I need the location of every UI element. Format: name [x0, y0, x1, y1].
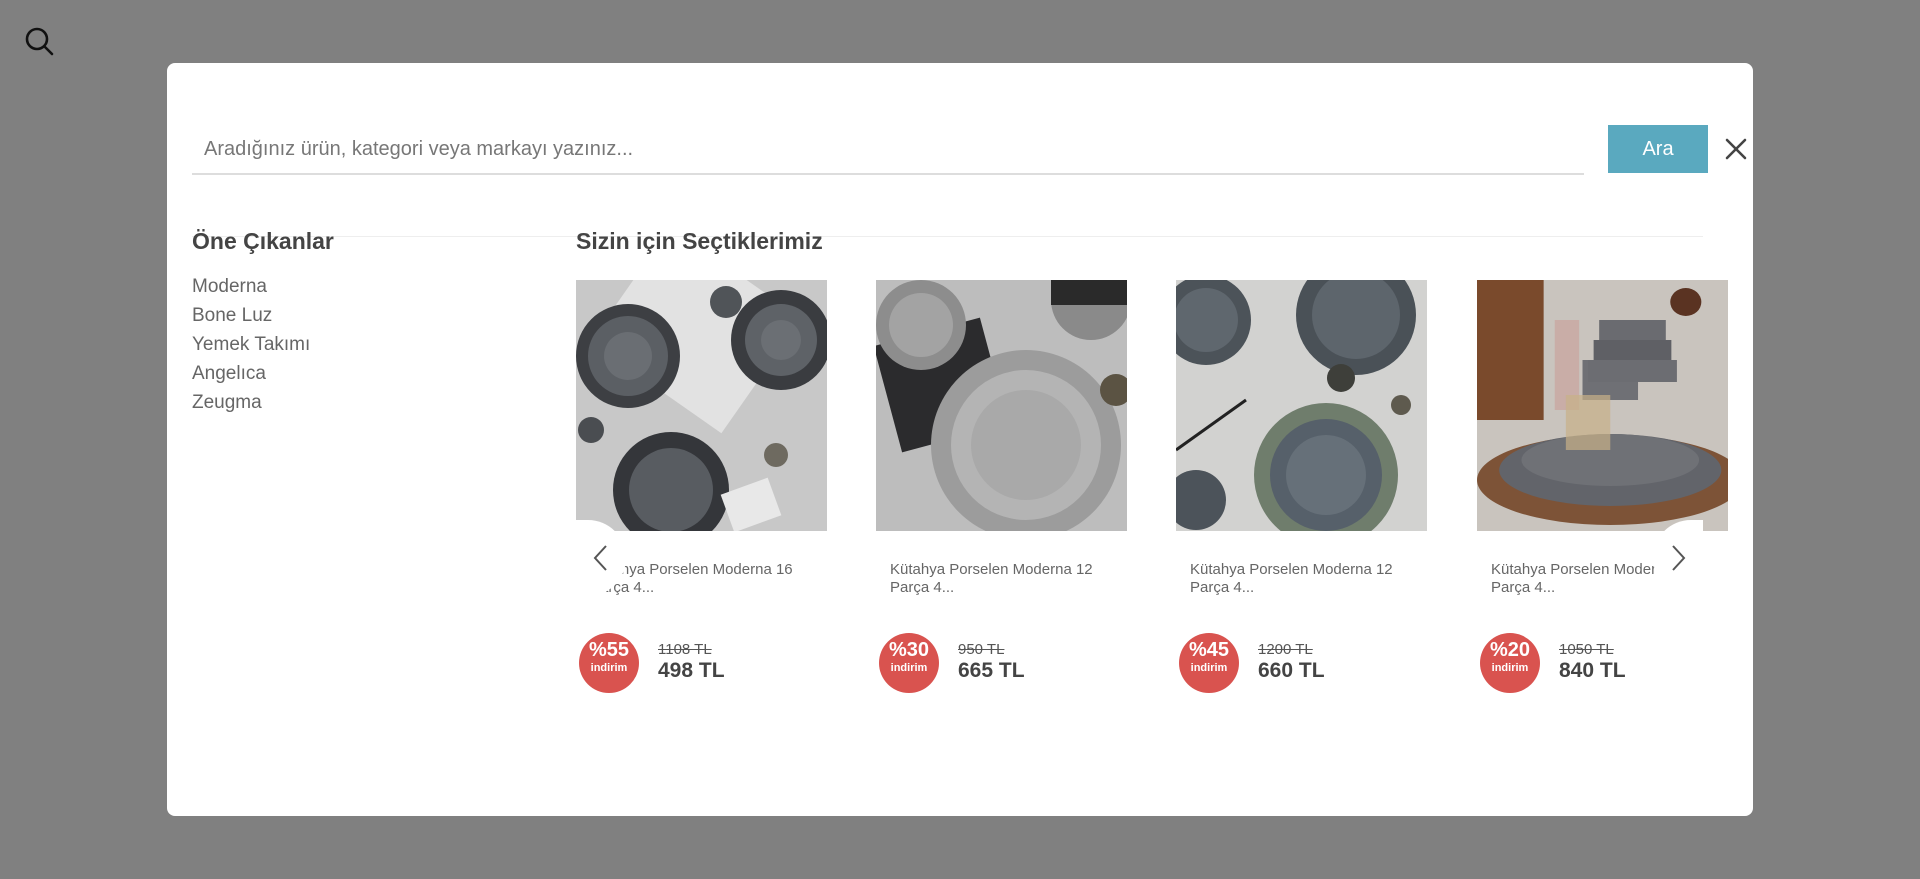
discount-percent: %55: [588, 639, 630, 661]
product-card[interactable]: Kütahya Porselen Moderna 12 Parça 4... %…: [1176, 280, 1427, 710]
search-bar: Ara: [192, 125, 1747, 237]
price: 840 TL: [1559, 659, 1626, 682]
price: 660 TL: [1258, 659, 1325, 682]
product-card[interactable]: Kütahya Porselen Moderna 12 Parça 4... %…: [876, 280, 1127, 710]
discount-badge: %20 indirim: [1480, 633, 1540, 693]
picks-section: Sizin için Seçtiklerimiz Kütahya Porsele…: [576, 228, 1728, 693]
product-image[interactable]: [876, 280, 1127, 531]
discount-badge: %45 indirim: [1179, 633, 1239, 693]
discount-percent: %30: [888, 639, 930, 661]
product-title[interactable]: Kütahya Porselen Moderna 12 Parça 4...: [890, 561, 1115, 597]
product-carousel: Kütahya Porselen Moderna 16 Parça 4... %…: [576, 280, 1728, 710]
price: 665 TL: [958, 659, 1025, 682]
featured-item[interactable]: Yemek Takımı: [192, 330, 532, 359]
close-icon[interactable]: [1720, 133, 1752, 165]
product-title[interactable]: Kütahya Porselen Moderna 12 Parça 4...: [1190, 561, 1415, 597]
product-card[interactable]: Kütahya Porselen Moderna 12 Parça 4... %…: [1477, 280, 1728, 710]
discount-percent: %20: [1489, 639, 1531, 661]
search-icon[interactable]: [24, 26, 56, 58]
featured-item[interactable]: Zeugma: [192, 388, 532, 417]
price: 498 TL: [658, 659, 725, 682]
featured-item[interactable]: Angelıca: [192, 359, 532, 388]
featured-title: Öne Çıkanlar: [192, 228, 334, 254]
featured-list: Moderna Bone Luz Yemek Takımı Angelıca Z…: [192, 272, 532, 417]
search-modal: Ara Öne Çıkanlar Moderna Bone Luz Yemek …: [167, 63, 1753, 816]
product-image[interactable]: [1477, 280, 1728, 531]
search-button[interactable]: Ara: [1608, 125, 1708, 173]
featured-item[interactable]: Moderna: [192, 272, 532, 301]
featured-section: Öne Çıkanlar Moderna Bone Luz Yemek Takı…: [192, 228, 532, 417]
old-price: 950 TL: [958, 641, 1005, 658]
old-price: 1050 TL: [1559, 641, 1614, 658]
discount-label: indirim: [1190, 662, 1228, 674]
discount-percent: %45: [1188, 639, 1230, 661]
old-price: 1108 TL: [658, 641, 712, 658]
product-image[interactable]: [576, 280, 827, 531]
discount-label: indirim: [1491, 662, 1529, 674]
search-input-wrapper: [192, 125, 1584, 175]
discount-label: indirim: [890, 662, 928, 674]
discount-badge: %30 indirim: [879, 633, 939, 693]
discount-badge: %55 indirim: [579, 633, 639, 693]
discount-label: indirim: [590, 662, 628, 674]
featured-item[interactable]: Bone Luz: [192, 301, 532, 330]
search-input[interactable]: [192, 125, 1584, 173]
product-card[interactable]: Kütahya Porselen Moderna 16 Parça 4... %…: [576, 280, 827, 710]
picks-title: Sizin için Seçtiklerimiz: [576, 228, 823, 254]
old-price: 1200 TL: [1258, 641, 1313, 658]
product-image[interactable]: [1176, 280, 1427, 531]
chevron-right-icon: [1672, 545, 1686, 571]
chevron-left-icon: [593, 545, 607, 571]
